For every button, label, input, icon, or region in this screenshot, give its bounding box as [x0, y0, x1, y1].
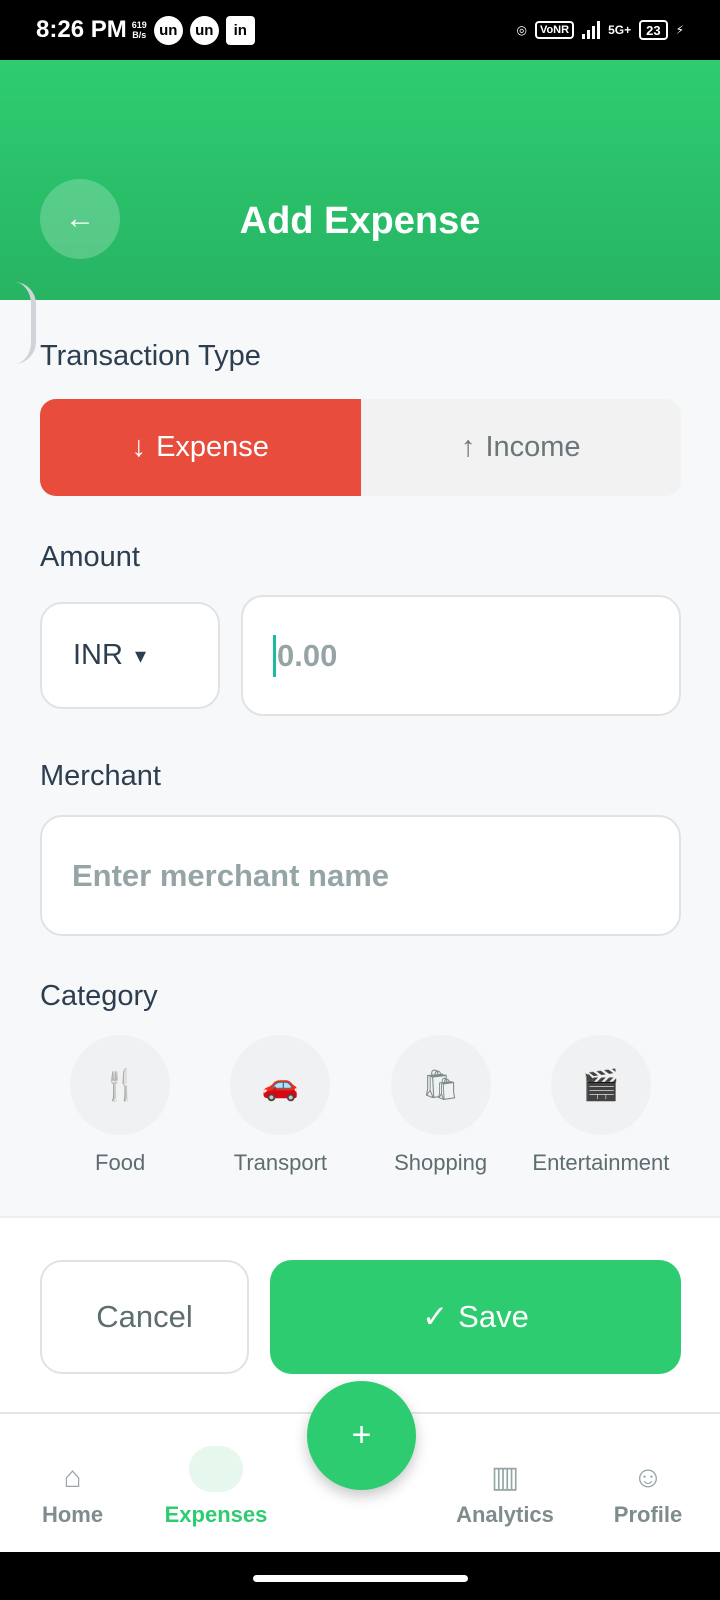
notification-app-icon: un: [189, 15, 219, 45]
amount-placeholder: 0.00: [277, 637, 338, 673]
category-label: Category: [40, 980, 158, 1012]
chevron-down-icon: ▾: [134, 642, 146, 668]
network-type: 5G+: [608, 23, 632, 37]
charging-icon: ⚡: [675, 23, 684, 37]
back-gesture-indicator: [14, 282, 36, 364]
car-icon: 🚗: [230, 1035, 331, 1135]
vonr-badge: VoNR: [534, 21, 575, 39]
arrow-down-icon: ↓: [131, 431, 147, 463]
merchant-input[interactable]: Enter merchant name: [40, 815, 681, 936]
active-indicator: [189, 1446, 243, 1492]
add-fab-button[interactable]: +: [307, 1381, 416, 1490]
app-header: ← Add Expense: [0, 60, 720, 300]
signal-icon: [582, 21, 601, 39]
shopping-icon: 🛍: [390, 1035, 491, 1135]
merchant-label: Merchant: [40, 760, 161, 792]
cancel-button[interactable]: Cancel: [40, 1260, 249, 1374]
transaction-type-label: Transaction Type: [40, 340, 261, 372]
status-indicators: ◎ VoNR 5G+ 23 ⚡: [516, 20, 684, 40]
nav-expenses[interactable]: Expenses: [158, 1414, 274, 1554]
save-button[interactable]: ✓ Save: [270, 1260, 681, 1374]
plus-icon: +: [351, 1416, 372, 1454]
transaction-type-toggle: ↓ Expense ↑ Income: [40, 399, 681, 496]
status-time: 8:26 PM: [36, 16, 127, 43]
nav-home[interactable]: ⌂ Home: [30, 1414, 115, 1554]
category-food[interactable]: 🍴 Food: [40, 1035, 200, 1215]
category-entertainment[interactable]: 🎬 Entertainment: [521, 1035, 681, 1215]
amount-label: Amount: [40, 541, 140, 573]
category-shopping[interactable]: 🛍 Shopping: [361, 1035, 521, 1215]
network-speed: 619 B/s: [131, 20, 147, 40]
expense-option[interactable]: ↓ Expense: [40, 399, 361, 496]
entertainment-icon: 🎬: [550, 1035, 651, 1135]
merchant-placeholder: Enter merchant name: [72, 857, 389, 893]
amount-input[interactable]: 0.00: [241, 595, 681, 716]
arrow-up-icon: ↑: [460, 431, 476, 463]
status-bar: 8:26 PM 619 B/s un un in ◎ VoNR 5G+ 23 ⚡: [0, 0, 720, 60]
hotspot-icon: ◎: [516, 23, 527, 37]
currency-selector[interactable]: INR ▾: [40, 602, 220, 709]
nav-profile[interactable]: ☺ Profile: [606, 1414, 690, 1554]
income-option[interactable]: ↑ Income: [361, 399, 682, 496]
user-icon: ☺: [632, 1461, 664, 1494]
check-icon: ✓: [422, 1299, 449, 1334]
page-title: Add Expense: [239, 200, 481, 242]
home-indicator[interactable]: [253, 1575, 468, 1582]
category-transport[interactable]: 🚗 Transport: [200, 1035, 360, 1215]
currency-value: INR: [73, 639, 123, 671]
text-cursor: [273, 634, 276, 677]
linkedin-icon: in: [225, 15, 255, 45]
notification-app-icon: un: [153, 15, 183, 45]
battery-icon: 23: [639, 20, 668, 40]
nav-analytics[interactable]: ▥ Analytics: [450, 1414, 560, 1554]
category-list: 🍴 Food 🚗 Transport 🛍 Shopping 🎬 Entertai…: [40, 1035, 681, 1215]
chart-icon: ▥: [490, 1461, 520, 1494]
home-icon: ⌂: [63, 1461, 82, 1494]
food-icon: 🍴: [70, 1035, 171, 1135]
